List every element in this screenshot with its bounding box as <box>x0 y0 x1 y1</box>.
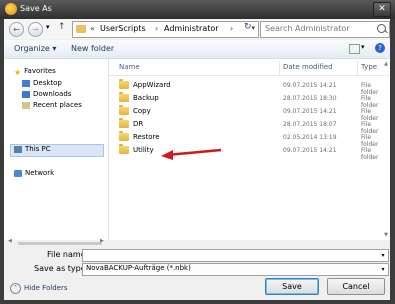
sidebar-item-desktop[interactable]: Desktop <box>22 79 62 87</box>
sidebar-item-label: Network <box>25 169 55 177</box>
scroll-up-icon[interactable]: ▲ <box>384 61 388 67</box>
sidebar-item-label: Desktop <box>33 79 62 87</box>
dialog-content: ← → ▾ ↑ « UserScripts › Administrator › … <box>4 19 390 300</box>
hide-folders-icon[interactable]: ˄ <box>10 283 21 294</box>
save-type-select[interactable]: NovaBACKUP-Aufträge (*.nbk) ▾ <box>82 263 389 276</box>
breadcrumb-separator[interactable]: › <box>155 24 158 33</box>
recent-places-icon <box>22 101 30 109</box>
save-options-panel: File name: ▾ Save as type: NovaBACKUP-Au… <box>4 247 390 300</box>
save-type-dropdown[interactable]: ▾ <box>378 264 388 275</box>
organize-button[interactable]: Organize ▾ <box>14 44 56 53</box>
view-options-icon[interactable] <box>349 44 360 54</box>
navigation-bar: ← → ▾ ↑ « UserScripts › Administrator › … <box>4 19 390 39</box>
sidebar-item-label: This PC <box>25 145 51 153</box>
search-icon <box>377 24 386 33</box>
arrow-shaft <box>166 148 222 157</box>
scroll-down-icon[interactable]: ▼ <box>384 232 388 238</box>
navigation-pane: ★ Favorites Desktop Downloads Recent plac… <box>4 59 109 240</box>
scrollbar-thumb[interactable] <box>18 242 102 245</box>
sidebar-item-label: Favorites <box>24 67 56 75</box>
breadcrumb-userscripts[interactable]: UserScripts <box>100 24 146 33</box>
save-type-label: Save as type: <box>34 264 89 273</box>
downloads-icon <box>22 90 30 98</box>
sidebar-item-downloads[interactable]: Downloads <box>22 90 71 98</box>
address-bar[interactable]: « UserScripts › Administrator › ▾ <box>72 21 259 38</box>
title-bar[interactable]: Save As ✕ <box>0 0 395 19</box>
view-options-dropdown[interactable]: ▾ <box>361 43 365 51</box>
window-title: Save As <box>20 4 52 13</box>
up-button[interactable]: ↑ <box>58 22 66 32</box>
command-bar: Organize ▾ New folder ▾ ? <box>4 40 390 59</box>
sidebar-item-recent-places[interactable]: Recent places <box>22 101 82 109</box>
back-button[interactable]: ← <box>9 22 24 37</box>
vertical-scrollbar[interactable]: ▲ ▼ <box>382 59 388 240</box>
breadcrumb-overflow[interactable]: « <box>90 24 95 33</box>
cancel-button[interactable]: Cancel <box>327 278 385 295</box>
save-type-value: NovaBACKUP-Aufträge (*.nbk) <box>86 264 191 272</box>
breadcrumb-administrator[interactable]: Administrator <box>164 24 219 33</box>
sidebar-item-label: Downloads <box>33 90 72 98</box>
save-as-dialog: Save As ✕ ← → ▾ ↑ « UserScripts › Admini… <box>0 0 395 304</box>
address-dropdown[interactable]: ▾ <box>251 24 255 32</box>
horizontal-scrollbar[interactable]: ◀ ▶ <box>4 238 390 247</box>
file-list: Name Date modified Type AppWizard 09.07.… <box>109 59 390 240</box>
app-icon <box>5 3 17 15</box>
network-icon <box>14 169 22 177</box>
star-icon: ★ <box>14 67 22 77</box>
scroll-left-icon[interactable]: ◀ <box>8 238 12 244</box>
sidebar-item-this-pc-content[interactable]: This PC <box>14 145 51 153</box>
search-input[interactable]: Search Administrator <box>260 21 390 38</box>
arrow-head <box>161 150 173 160</box>
save-button[interactable]: Save <box>265 278 319 295</box>
file-name-field[interactable]: ▾ <box>82 249 389 262</box>
breadcrumb-separator[interactable]: › <box>230 24 233 33</box>
sidebar-item-network[interactable]: Network <box>14 169 54 177</box>
scroll-right-icon[interactable]: ▶ <box>100 238 104 244</box>
file-name-dropdown[interactable]: ▾ <box>378 250 388 261</box>
refresh-icon[interactable]: ↻ <box>244 22 252 32</box>
annotation-arrow-icon <box>161 148 222 160</box>
forward-button[interactable]: → <box>28 22 43 37</box>
new-folder-button[interactable]: New folder <box>71 44 114 53</box>
computer-icon <box>14 145 22 153</box>
sidebar-item-label: Recent places <box>33 101 82 109</box>
close-button[interactable]: ✕ <box>373 2 391 17</box>
sidebar-item-favorites[interactable]: ★ Favorites <box>14 67 56 77</box>
folder-icon <box>76 25 86 33</box>
hide-folders-button[interactable]: Hide Folders <box>24 284 67 292</box>
recent-locations-dropdown[interactable]: ▾ <box>46 23 50 31</box>
desktop-icon <box>22 79 30 87</box>
help-icon[interactable]: ? <box>375 43 385 53</box>
search-placeholder: Search Administrator <box>265 24 350 33</box>
